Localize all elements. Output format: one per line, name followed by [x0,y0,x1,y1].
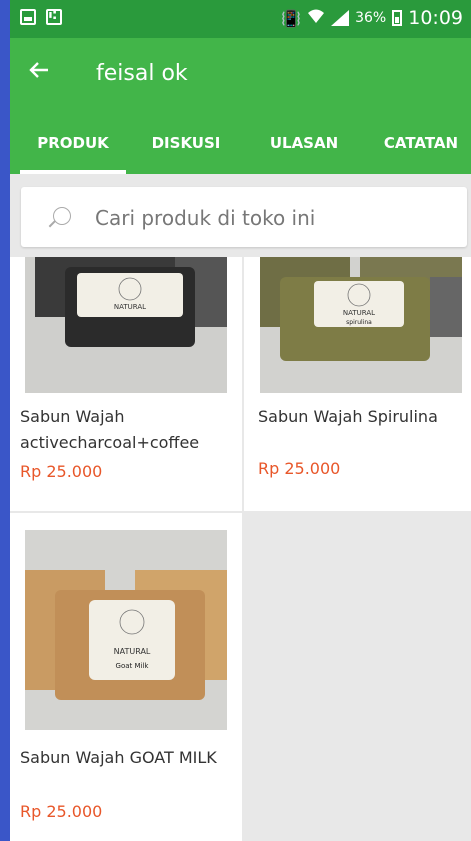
product-name: Sabun Wajah GOAT MILK [20,748,217,767]
image-icon [20,9,36,25]
tab-diskusi[interactable]: DISKUSI [148,128,224,174]
status-bar: 📳 36% 10:09 [10,0,471,38]
product-name: Sabun Wajah activecharcoal+coffee [20,407,200,452]
phone-screen: 📳 36% 10:09 feisal ok PRODUK DISKUSI ULA… [10,0,471,841]
vibrate-icon: 📳 [281,8,302,28]
battery-charging-icon [392,10,403,26]
product-image-label: NATURAL [114,647,151,656]
tab-bar: PRODUK DISKUSI ULASAN CATATAN [10,128,471,174]
tab-produk[interactable]: PRODUK [20,128,126,174]
usb-icon [46,8,62,25]
search-icon [53,207,71,225]
wifi-icon [307,8,325,28]
search-input[interactable] [93,199,457,237]
product-image-sublabel: Goat Milk [116,662,150,670]
search-box [21,187,467,247]
signal-icon [331,10,350,26]
product-image: NATURAL Goat Milk [25,530,227,730]
product-image-label: NATURAL [114,303,146,311]
battery-percent: 36% [355,10,387,26]
product-name: Sabun Wajah Spirulina [258,407,438,426]
product-image: NATURAL spirulina [260,257,462,393]
product-grid: NATURAL Sabun Wajah activecharcoal+coffe… [10,257,471,841]
product-card[interactable]: NATURAL Goat Milk Sabun Wajah GOAT MILK … [10,513,242,841]
app-bar: feisal ok PRODUK DISKUSI ULASAN CATATAN [10,38,471,174]
product-price: Rp 25.000 [20,802,103,821]
product-price: Rp 25.000 [20,462,103,481]
product-card[interactable]: NATURAL Sabun Wajah activecharcoal+coffe… [10,257,242,511]
product-image-label: NATURAL [343,309,375,317]
product-card[interactable]: NATURAL spirulina Sabun Wajah Spirulina … [244,257,471,511]
product-image-sublabel: spirulina [346,319,372,326]
tab-ulasan[interactable]: ULASAN [262,128,346,174]
arrow-left-icon[interactable] [28,58,50,88]
product-image: NATURAL [25,257,227,393]
product-price: Rp 25.000 [258,459,341,478]
clock: 10:09 [408,7,463,29]
tab-catatan[interactable]: CATATAN [376,128,466,174]
page-title: feisal ok [96,61,188,86]
